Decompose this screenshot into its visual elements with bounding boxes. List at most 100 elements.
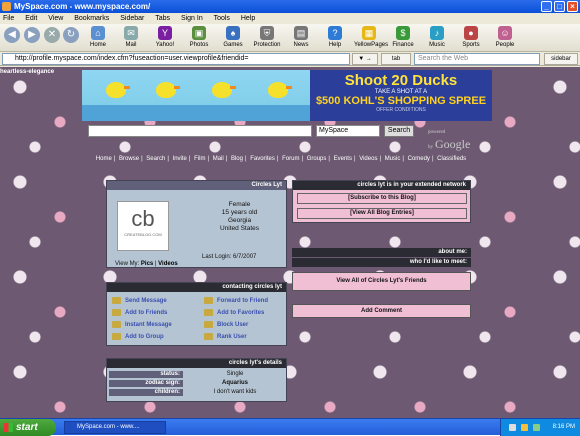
toolbar-finance[interactable]: $ Finance <box>388 26 418 48</box>
send-message-link[interactable]: Send Message <box>112 297 167 304</box>
rank-user-link[interactable]: Rank User <box>204 333 247 340</box>
nav-forum[interactable]: Forum <box>282 156 299 162</box>
subscribe-blog-link[interactable]: [Subscribe to this Blog] <box>297 193 467 204</box>
news-icon: ▤ <box>294 26 308 40</box>
add-friend-icon <box>112 309 121 316</box>
network-icon[interactable] <box>509 424 516 431</box>
nav-music[interactable]: Music <box>385 156 401 162</box>
nav-blog[interactable]: Blog <box>231 156 243 162</box>
menu-tools[interactable]: Tools <box>214 15 230 22</box>
maximize-button[interactable]: □ <box>554 1 565 12</box>
start-button[interactable]: start <box>0 419 56 436</box>
toolbar-protection[interactable]: ⛨ Protection <box>252 26 282 48</box>
sidebar-button[interactable]: sidebar <box>544 53 578 65</box>
forward-icon[interactable]: ▶ <box>24 27 40 43</box>
taskbar-item[interactable]: MySpace.com - www.... <box>64 421 166 434</box>
toolbar-help[interactable]: ? Help <box>320 26 350 48</box>
menu-sidebar[interactable]: Sidebar <box>120 15 144 22</box>
nav-film[interactable]: Film <box>194 156 205 162</box>
view-my: View My: Pics | Videos <box>115 261 178 267</box>
toolbar-photos[interactable]: ▣ Photos <box>184 26 214 48</box>
windows-logo-icon <box>4 423 13 432</box>
app-icon <box>2 2 11 11</box>
add-comment-link[interactable]: Add Comment <box>292 304 471 318</box>
profile-age: 15 years old <box>221 209 258 216</box>
nav-favorites[interactable]: Favorites <box>250 156 275 162</box>
menu-help[interactable]: Help <box>241 15 255 22</box>
menu-edit[interactable]: Edit <box>25 15 37 22</box>
clock: 8:16 PM <box>552 424 575 430</box>
go-button[interactable]: ▼ → <box>352 53 378 65</box>
profile-photo[interactable]: cb CREATEBLOG.COM <box>117 201 169 251</box>
contact-panel: contacting circles lyt Send Message Forw… <box>106 282 287 346</box>
pics-link[interactable]: Pics <box>141 261 153 267</box>
toolbar-mail[interactable]: ✉ Mail <box>116 26 146 48</box>
profile-gender: Female <box>228 201 251 208</box>
profile-info: Female 15 years old Georgia United State… <box>197 201 282 233</box>
close-button[interactable]: × <box>567 1 578 12</box>
title-bar: MySpace.com - www.myspace.com/ _ □ × <box>0 0 580 13</box>
add-favorites-link[interactable]: Add to Favorites <box>204 309 264 316</box>
envelope-icon <box>112 297 121 304</box>
nav-events[interactable]: Events <box>334 156 352 162</box>
toolbar-yellowpages[interactable]: ▦ YellowPages <box>354 26 388 48</box>
site-search-input[interactable] <box>88 125 312 137</box>
toolbar-news[interactable]: ▤ News <box>286 26 316 48</box>
block-icon <box>204 321 213 328</box>
reload-icon[interactable]: ↻ <box>63 27 79 43</box>
nav-browse[interactable]: Browse <box>119 156 139 162</box>
toolbar-home[interactable]: ⌂ Home <box>83 26 113 48</box>
add-group-link[interactable]: Add to Group <box>112 333 164 340</box>
ad-banner[interactable]: Shoot 20 Ducks TAKE A SHOT AT A $500 KOH… <box>82 70 492 121</box>
toolbar-music[interactable]: ♪ Music <box>422 26 452 48</box>
nav-videos[interactable]: Videos <box>359 156 377 162</box>
menu-tabs[interactable]: Tabs <box>155 15 170 22</box>
nav-invite[interactable]: Invite <box>173 156 187 162</box>
menu-file[interactable]: File <box>3 15 14 22</box>
web-search-input[interactable]: Search the Web <box>414 53 540 65</box>
volume-icon[interactable] <box>533 424 540 431</box>
taskbar: start MySpace.com - www.... 8:16 PM <box>0 418 580 436</box>
music-icon: ♪ <box>430 26 444 40</box>
home-icon: ⌂ <box>91 26 105 40</box>
favorites-icon <box>204 309 213 316</box>
nav-comedy[interactable]: Comedy <box>408 156 430 162</box>
minimize-button[interactable]: _ <box>541 1 552 12</box>
instant-message-link[interactable]: Instant Message <box>112 321 172 328</box>
toolbar-yahoo[interactable]: Y Yahoo! <box>150 26 180 48</box>
block-user-link[interactable]: Block User <box>204 321 248 328</box>
people-icon: ☺ <box>498 26 512 40</box>
menu-bookmarks[interactable]: Bookmarks <box>74 15 109 22</box>
nav-groups[interactable]: Groups <box>307 156 327 162</box>
forward-icon <box>204 297 213 304</box>
stop-icon[interactable]: ✕ <box>44 27 60 43</box>
toolbar-games[interactable]: ♠ Games <box>218 26 248 48</box>
nav-search[interactable]: Search <box>146 156 165 162</box>
site-search: MySpace Search powered by Google <box>88 125 488 151</box>
menu-bar: File Edit View Bookmarks Sidebar Tabs Si… <box>0 13 580 24</box>
who-meet-header: who I'd like to meet: <box>292 258 471 267</box>
videos-link[interactable]: Videos <box>158 261 178 267</box>
toolbar-people[interactable]: ☺ People <box>490 26 520 48</box>
menu-view[interactable]: View <box>48 15 63 22</box>
yahoo-icon: Y <box>158 26 172 40</box>
nav-home[interactable]: Home <box>96 156 112 162</box>
add-friends-link[interactable]: Add to Friends <box>112 309 167 316</box>
rank-icon <box>204 333 213 340</box>
nav-classifieds[interactable]: Classifieds <box>437 156 466 162</box>
toolbar-sports[interactable]: ● Sports <box>456 26 486 48</box>
search-button[interactable]: Search <box>384 125 414 137</box>
view-friends-link[interactable]: View All of Circles Lyt's Friends <box>292 272 471 291</box>
search-scope-select[interactable]: MySpace <box>316 125 380 137</box>
new-tab-button[interactable]: tab <box>381 53 411 65</box>
nav-mail[interactable]: Mail <box>213 156 224 162</box>
duck-game-art <box>82 70 310 121</box>
forward-friend-link[interactable]: Forward to Friend <box>204 297 268 304</box>
banner-title: Shoot 20 Ducks <box>344 72 458 89</box>
banner-offer: $500 KOHL'S SHOPPING SPREE <box>315 95 487 107</box>
url-field[interactable]: http://profile.myspace.com/index.cfm?fus… <box>2 53 350 65</box>
back-icon[interactable]: ◀ <box>4 27 20 43</box>
view-blog-link[interactable]: [View All Blog Entries] <box>297 208 467 219</box>
security-icon[interactable] <box>521 424 528 431</box>
menu-sign-in[interactable]: Sign In <box>181 15 203 22</box>
